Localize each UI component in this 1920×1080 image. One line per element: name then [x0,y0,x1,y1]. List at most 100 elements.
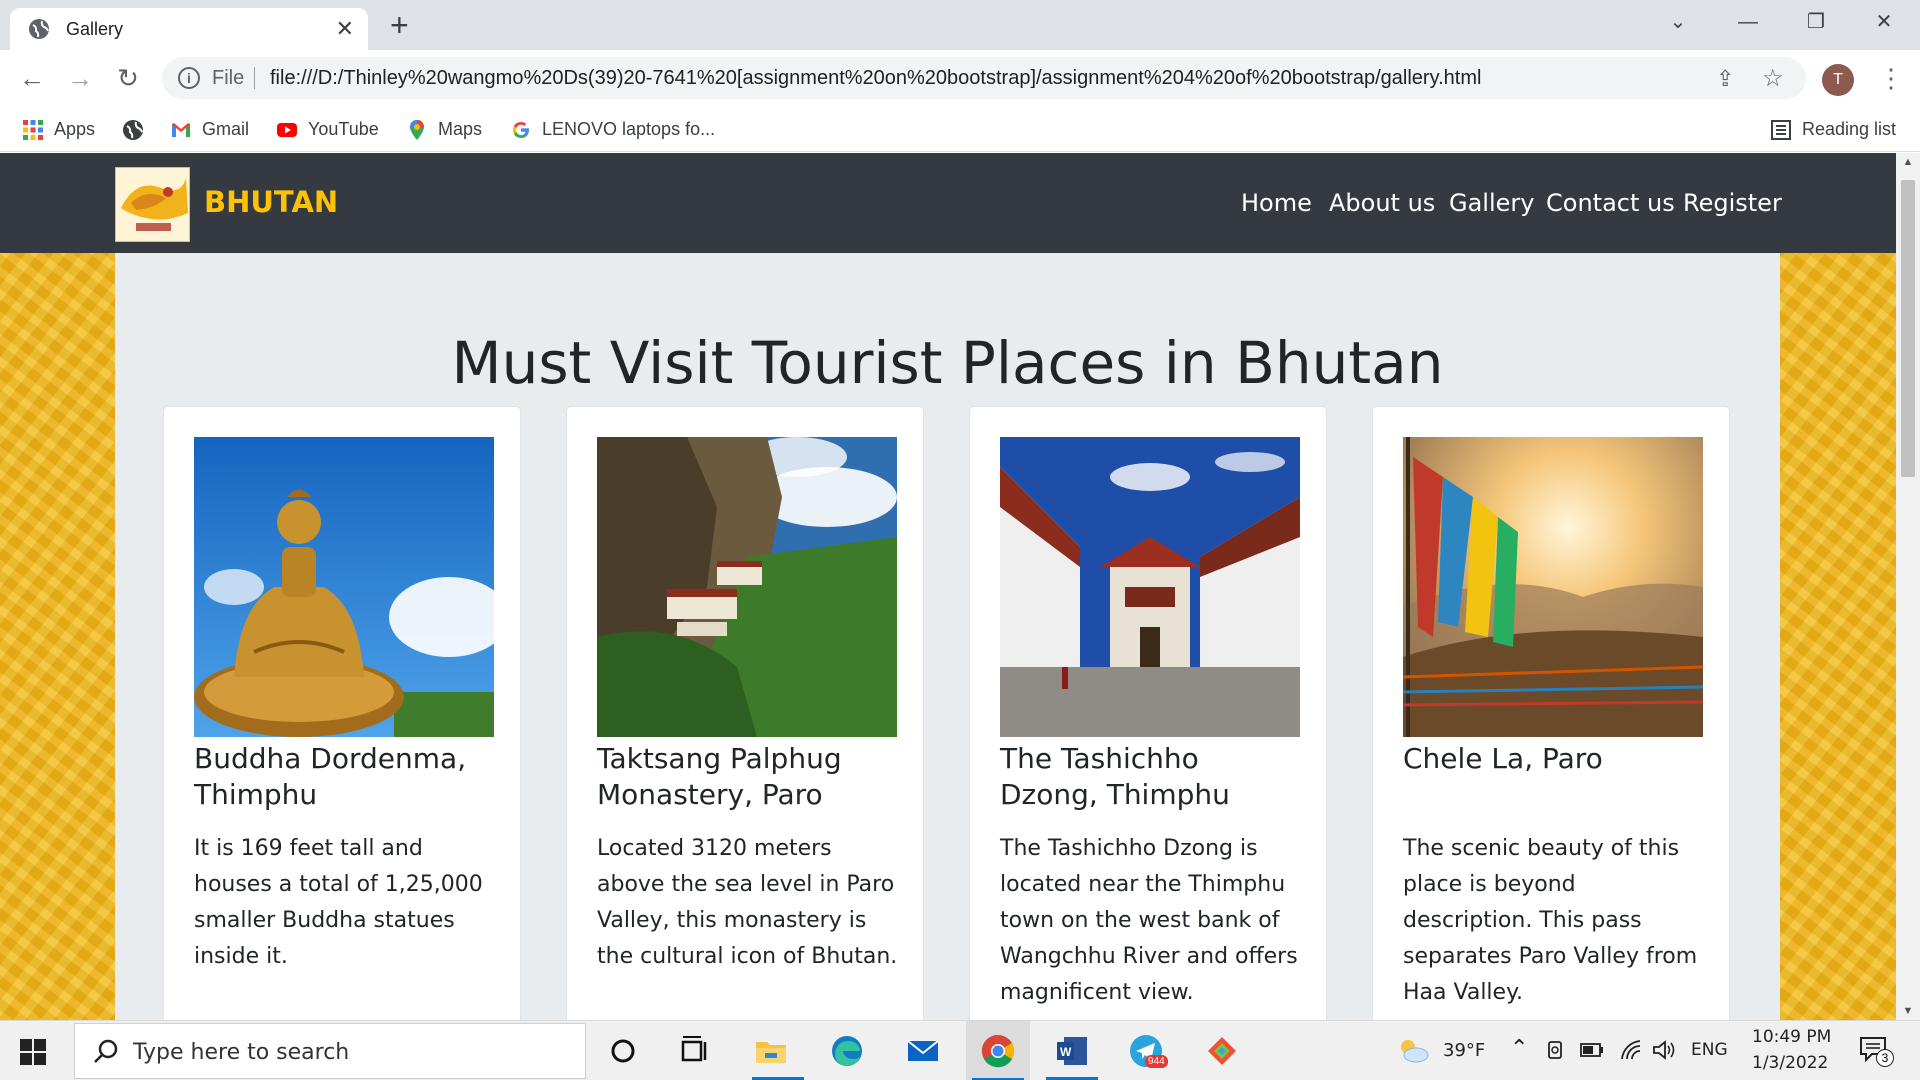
place-card: Taktsang Palphug Monastery, Paro Located… [566,406,924,1020]
tray-overflow-icon[interactable]: ⌃ [1510,1036,1528,1061]
minimize-button[interactable]: — [1728,6,1768,38]
share-icon[interactable]: ⇪ [1716,66,1734,92]
tab-search-icon[interactable]: ⌄ [1658,6,1698,38]
gallery-container: Must Visit Tourist Places in Bhutan Budd… [115,253,1780,1020]
card-title: Chele La, Paro [1403,742,1603,775]
dragon-logo-icon [116,168,189,241]
card-title: Buddha Dordenma, Thimphu [194,742,467,811]
chrome-icon [981,1034,1015,1068]
windows-start-icon[interactable] [20,1039,46,1065]
brand-name[interactable]: BHUTAN [204,185,338,219]
notification-center-button[interactable]: 3 [1858,1035,1898,1067]
place-card: The Tashichho Dzong, Thimphu The Tashich… [969,406,1327,1020]
scroll-down-icon[interactable]: ▼ [1901,1005,1915,1017]
url-text[interactable]: file:///D:/Thinley%20wangmo%20Ds(39)20-7… [270,67,1481,90]
card-text: It is 169 feet tall and houses a total o… [194,836,483,969]
file-explorer-icon[interactable] [753,1033,789,1069]
bookmark-gmail[interactable]: Gmail [170,116,249,142]
globe-icon [29,19,49,39]
telegram-badge: 944 [1145,1055,1168,1068]
tab-close-icon[interactable]: ✕ [336,17,354,41]
input-language[interactable]: ENG [1691,1040,1728,1060]
bookmarks-bar: Apps Gmail YouTube Maps LENOVO laptops f [0,106,1920,152]
reading-list-button[interactable]: Reading list [1770,116,1896,142]
nav-link-home[interactable]: Home [1241,189,1312,217]
volume-icon[interactable] [1652,1039,1676,1061]
clock-date[interactable]: 1/3/2022 [1752,1053,1828,1073]
site-info-icon[interactable]: i [178,67,200,89]
nav-link-about[interactable]: About us [1329,189,1435,217]
page-title: Must Visit Tourist Places in Bhutan [451,329,1444,397]
scroll-thumb[interactable] [1901,180,1915,477]
card-title: The Tashichho Dzong, Thimphu [1000,742,1230,811]
page-viewport: BHUTAN Home About us Gallery Contact us … [0,153,1896,1020]
card-text: The scenic beauty of this place is beyon… [1403,836,1698,1005]
taktsang-monastery-image [597,437,897,737]
reload-button[interactable]: ↻ [110,60,146,96]
card-text: Located 3120 meters above the sea level … [597,836,898,969]
tab-title: Gallery [66,19,124,39]
bookmark-label: Maps [438,119,483,139]
bookmark-apps[interactable]: Apps [22,116,95,142]
weather-cloud-icon[interactable] [1396,1036,1430,1064]
bookmark-label: YouTube [308,119,379,139]
git-app-icon[interactable] [1204,1033,1240,1069]
profile-avatar[interactable]: T [1822,64,1854,96]
apps-grid-icon [23,120,43,141]
nav-link-contact[interactable]: Contact us [1546,189,1675,217]
new-tab-button[interactable]: + [390,8,409,42]
bookmark-youtube[interactable]: YouTube [276,116,379,142]
back-button[interactable]: ← [14,60,50,96]
restore-button[interactable]: ❐ [1796,6,1836,38]
forward-button[interactable]: → [62,60,98,96]
bookmark-lenovo[interactable]: LENOVO laptops fo... [510,116,715,142]
task-view-icon[interactable] [677,1033,713,1069]
battery-icon[interactable] [1580,1042,1604,1058]
telegram-taskbar-button[interactable]: 944 [1128,1033,1168,1073]
maps-icon [410,120,424,141]
bookmark-star-icon[interactable]: ☆ [1762,64,1784,93]
reading-list-icon [1771,120,1791,141]
mail-icon[interactable] [905,1033,941,1069]
browser-toolbar: ← → ↻ i File file:///D:/Thinley%20wangmo… [0,50,1920,106]
bookmark-maps[interactable]: Maps [406,116,482,142]
card-title: Taktsang Palphug Monastery, Paro [597,742,842,811]
bookmark-label: LENOVO laptops fo... [542,119,716,139]
cortana-icon[interactable] [605,1033,641,1069]
youtube-icon [277,123,297,138]
tab-strip: Gallery ✕ + ⌄ — ❐ ✕ [0,0,1920,50]
card-text: The Tashichho Dzong is located near the … [1000,836,1298,1005]
chele-la-image [1403,437,1703,737]
search-placeholder: Type here to search [133,1040,350,1065]
site-navbar: BHUTAN Home About us Gallery Contact us … [0,153,1896,253]
svg-text:W: W [1060,1045,1072,1059]
place-card: Chele La, Paro The scenic beauty of this… [1372,406,1730,1020]
word-icon[interactable]: W [1054,1033,1090,1069]
windows-taskbar: Type here to search W 944 39°F ⌃ ENG 10:… [0,1020,1920,1080]
gmail-icon [172,123,190,138]
clock-time[interactable]: 10:49 PM [1752,1027,1831,1047]
meet-now-icon[interactable] [1546,1040,1564,1062]
scroll-up-icon[interactable]: ▲ [1901,156,1915,168]
bookmark-label: Apps [54,119,96,139]
address-bar[interactable]: i File file:///D:/Thinley%20wangmo%20Ds(… [162,57,1806,99]
tab-gallery[interactable]: Gallery ✕ [10,8,368,50]
nav-link-gallery[interactable]: Gallery [1449,189,1534,217]
edge-icon[interactable] [829,1033,865,1069]
brand-logo[interactable] [115,167,190,242]
nav-link-register[interactable]: Register [1683,189,1782,217]
search-icon [94,1039,118,1063]
page-scrollbar[interactable]: ▲ ▼ [1896,153,1920,1020]
browser-menu-icon[interactable]: ⋮ [1878,60,1904,96]
wifi-icon[interactable] [1620,1039,1642,1061]
chrome-taskbar-button[interactable] [966,1021,1030,1080]
notification-count: 3 [1876,1049,1894,1067]
reading-list-label: Reading list [1802,119,1897,139]
bookmark-label: Gmail [202,119,250,139]
bookmark-globe[interactable] [122,116,154,142]
taskbar-search-box[interactable]: Type here to search [74,1023,586,1079]
url-scheme: File [212,67,245,89]
close-window-button[interactable]: ✕ [1864,6,1904,38]
weather-temperature[interactable]: 39°F [1443,1040,1485,1061]
tashichho-dzong-image [1000,437,1300,737]
